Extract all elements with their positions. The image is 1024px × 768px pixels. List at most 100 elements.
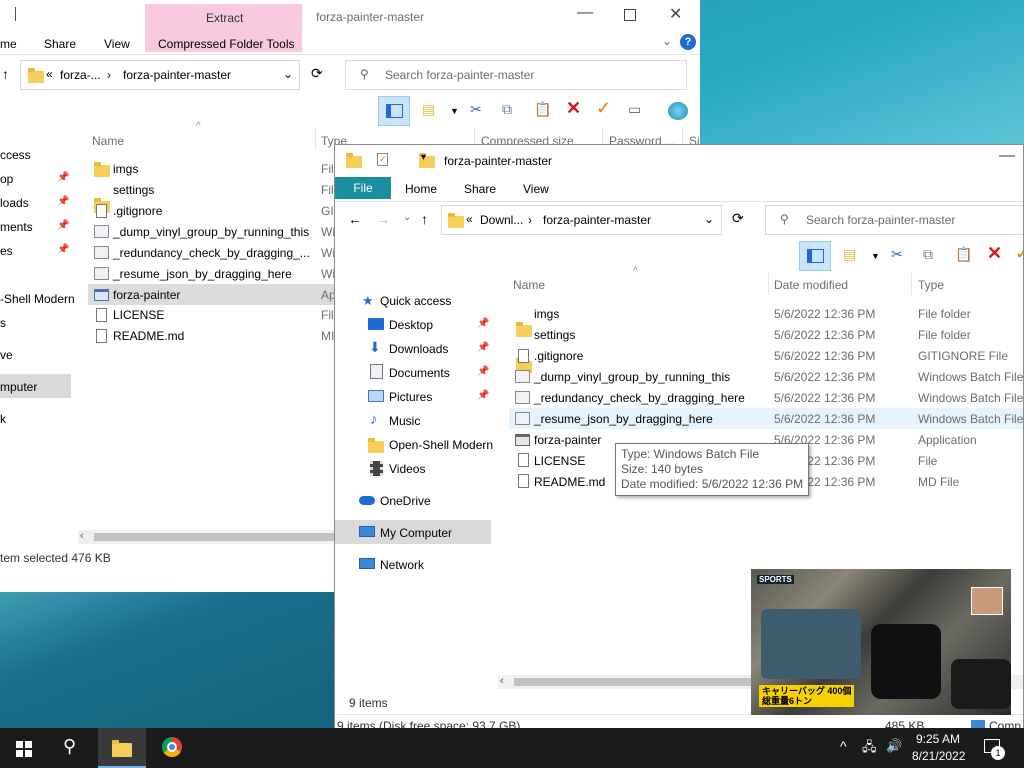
preview-pane-icon[interactable] bbox=[378, 96, 410, 126]
nav-onedrive[interactable]: OneDrive bbox=[380, 494, 431, 508]
tab-extract[interactable]: Extract bbox=[206, 11, 243, 25]
tab-compressed-folder-tools[interactable]: Compressed Folder Tools bbox=[158, 37, 295, 51]
nav-downloads[interactable]: Downloads bbox=[389, 342, 448, 356]
preview-pane-icon[interactable] bbox=[799, 241, 831, 271]
delete-icon[interactable]: ✕ bbox=[987, 244, 1002, 262]
nav-my-computer[interactable]: My Computer bbox=[380, 526, 452, 540]
nav-item[interactable]: -Shell Modern bbox=[0, 292, 75, 306]
chrome-icon[interactable] bbox=[162, 737, 182, 757]
list-item[interactable]: settings 5/6/2022 12:36 PM File folder bbox=[335, 175, 1023, 373]
quick-access-toolbar-icon[interactable] bbox=[15, 7, 16, 21]
help-icon[interactable]: ? bbox=[680, 34, 696, 50]
tab-view[interactable]: View bbox=[523, 182, 549, 196]
address-bar[interactable]: « forza-... › forza-painter-master ⌄ bbox=[20, 60, 300, 90]
taskbar-time[interactable]: 9:25 AM bbox=[916, 732, 960, 746]
folder-options-icon[interactable]: ▤ bbox=[843, 247, 856, 261]
copy-icon[interactable]: ⧉ bbox=[502, 102, 512, 116]
customize-toolbar-icon[interactable]: ▾ bbox=[421, 152, 426, 163]
shell-icon[interactable] bbox=[668, 102, 688, 120]
paste-icon[interactable]: 📋 bbox=[534, 102, 551, 116]
folder-options-icon[interactable]: ▤ bbox=[422, 102, 435, 116]
nav-item[interactable]: ve bbox=[0, 348, 13, 362]
nav-item[interactable]: op bbox=[0, 172, 13, 186]
up-arrow-icon[interactable]: ↑ bbox=[421, 211, 428, 227]
nav-music[interactable]: Music bbox=[389, 414, 420, 428]
nav-pictures[interactable]: Pictures bbox=[389, 390, 432, 404]
tab-view[interactable]: View bbox=[104, 37, 130, 51]
nav-item[interactable]: es bbox=[0, 244, 13, 258]
up-arrow-icon[interactable]: ↑ bbox=[2, 66, 9, 82]
checkmark-icon[interactable]: ✓ bbox=[1015, 244, 1023, 262]
dropdown-arrow-icon[interactable]: ▼ bbox=[450, 104, 459, 118]
close-button[interactable]: ✕ bbox=[669, 4, 682, 24]
nav-open-shell-modern[interactable]: Open-Shell Modern bbox=[389, 438, 493, 452]
address-bar[interactable]: « Downl... › forza-painter-master ⌄ bbox=[441, 205, 722, 235]
ribbon-expand-icon[interactable]: ⌄ bbox=[662, 34, 672, 48]
horizontal-scrollbar[interactable]: ‹ bbox=[78, 530, 336, 544]
taskbar-date[interactable]: 8/21/2022 bbox=[912, 749, 965, 763]
search-input[interactable]: ⚲ Search forza-painter-master bbox=[345, 60, 687, 90]
search-input[interactable]: ⚲ Search forza-painter-master bbox=[765, 205, 1023, 235]
file-icon bbox=[518, 349, 529, 363]
copy-icon[interactable]: ⧉ bbox=[923, 247, 933, 261]
chevron-down-icon[interactable]: ⌄ bbox=[704, 212, 714, 226]
scroll-left-icon[interactable]: ‹ bbox=[500, 675, 504, 687]
nav-network[interactable]: Network bbox=[380, 558, 424, 572]
nav-item[interactable]: mputer bbox=[0, 380, 37, 394]
paste-icon[interactable]: 📋 bbox=[955, 247, 972, 261]
column-header-type[interactable]: Type bbox=[918, 278, 944, 292]
nav-item[interactable]: k bbox=[0, 412, 6, 426]
delete-icon[interactable]: ✕ bbox=[566, 99, 581, 117]
dropdown-arrow-icon[interactable]: ▼ bbox=[871, 249, 880, 263]
cut-icon[interactable]: ✂ bbox=[891, 247, 903, 261]
tab-home[interactable]: me bbox=[0, 37, 17, 51]
windows-start-icon[interactable] bbox=[16, 741, 32, 757]
column-header-date[interactable]: Date modified bbox=[774, 278, 848, 292]
chevron-down-icon[interactable]: ⌄ bbox=[283, 67, 293, 81]
breadcrumb-part1[interactable]: forza-... bbox=[60, 68, 101, 82]
breadcrumb-part1[interactable]: Downl... bbox=[480, 213, 523, 227]
search-icon: ⚲ bbox=[780, 212, 789, 226]
nav-videos[interactable]: Videos bbox=[389, 462, 425, 476]
network-icon[interactable]: 🖧 bbox=[862, 738, 877, 760]
refresh-icon[interactable]: ⟳ bbox=[311, 65, 323, 82]
file-explorer-taskbar-button[interactable] bbox=[98, 728, 146, 768]
minimize-button[interactable]: — bbox=[577, 4, 593, 22]
refresh-icon[interactable]: ⟳ bbox=[732, 210, 744, 227]
sort-arrow-icon: ^ bbox=[196, 121, 201, 132]
scrollbar-thumb[interactable] bbox=[514, 678, 764, 686]
nav-quick-access[interactable]: Quick access bbox=[380, 294, 451, 308]
volume-icon[interactable]: 🔊 bbox=[886, 738, 902, 754]
maximize-button[interactable] bbox=[624, 9, 636, 21]
recent-locations-icon[interactable]: ⌄ bbox=[403, 212, 411, 223]
column-header-name[interactable]: Name bbox=[92, 134, 124, 148]
back-arrow-icon[interactable]: ← bbox=[348, 211, 362, 227]
properties-icon[interactable]: ✓ bbox=[377, 153, 388, 166]
checkmark-icon[interactable]: ✓ bbox=[596, 99, 611, 117]
breadcrumb-part2[interactable]: forza-painter-master bbox=[543, 213, 651, 227]
nav-item[interactable]: ccess bbox=[0, 148, 31, 162]
nav-desktop[interactable]: Desktop bbox=[389, 318, 433, 332]
nav-item[interactable]: loads bbox=[0, 196, 29, 210]
tab-home[interactable]: Home bbox=[405, 182, 437, 196]
list-item[interactable]: imgs 5/6/2022 12:36 PM File folder bbox=[335, 160, 1023, 337]
breadcrumb-part2[interactable]: forza-painter-master bbox=[123, 68, 231, 82]
tab-share[interactable]: Share bbox=[464, 182, 496, 196]
scrollbar-thumb[interactable] bbox=[94, 533, 334, 541]
show-hidden-icons-icon[interactable]: ^ bbox=[840, 738, 847, 754]
tab-file[interactable]: File bbox=[335, 177, 391, 199]
nav-item[interactable]: s bbox=[0, 316, 6, 330]
video-thumbnail[interactable]: SPORTS キャリーバッグ 400個 総重量6トン bbox=[751, 569, 1011, 715]
music-icon: ♪ bbox=[370, 411, 378, 428]
star-icon: ★ bbox=[362, 293, 374, 308]
tab-share[interactable]: Share bbox=[44, 37, 76, 51]
forward-arrow-icon[interactable]: → bbox=[376, 211, 390, 227]
nav-item[interactable]: ments bbox=[0, 220, 33, 234]
minimize-button[interactable]: — bbox=[999, 147, 1015, 165]
nav-documents[interactable]: Documents bbox=[389, 366, 450, 380]
column-header-name[interactable]: Name bbox=[513, 278, 545, 292]
scroll-left-icon[interactable]: ‹ bbox=[80, 530, 84, 542]
search-icon[interactable]: ⚲ bbox=[63, 736, 76, 757]
cut-icon[interactable]: ✂ bbox=[470, 102, 482, 116]
rename-icon[interactable]: ▭ bbox=[628, 102, 641, 116]
